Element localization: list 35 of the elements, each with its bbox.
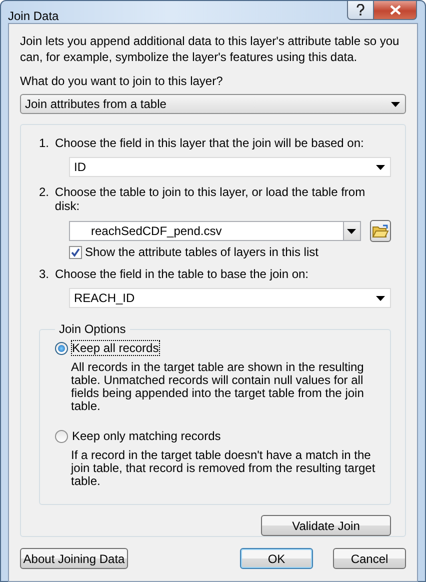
step-number: 3. xyxy=(39,267,50,281)
dialog-button[interactable]: About Joining Data xyxy=(20,548,128,569)
step-label: Choose the field in the table to base the join on: xyxy=(55,267,309,281)
group-title: Join Options xyxy=(58,322,127,336)
checkbox-label: Show the attribute tables of layers in this list xyxy=(85,245,318,259)
dropdown[interactable]: REACH_ID xyxy=(69,288,391,308)
step-number: 1. xyxy=(39,136,50,150)
radio-button[interactable] xyxy=(55,430,68,442)
folder-icon xyxy=(372,224,389,238)
option-description: All records in the target table are shown in the resulting table. Unmatched records will contain null values for all fields being appended into the target table from the join table. xyxy=(71,361,365,413)
radio-button[interactable] xyxy=(55,342,68,354)
checkbox[interactable] xyxy=(69,246,82,258)
step-label: Choose the table to join to this layer, or load the table from disk: xyxy=(54,185,366,213)
dialog-button[interactable]: OK xyxy=(240,548,313,569)
dialog-button[interactable]: Cancel xyxy=(333,548,406,569)
close-button[interactable] xyxy=(374,1,417,20)
dropdown-arrow-icon[interactable] xyxy=(391,102,400,106)
step-number: 2. xyxy=(39,185,50,201)
help-button[interactable] xyxy=(347,1,374,20)
validate-join-button[interactable]: Validate Join xyxy=(261,515,391,536)
intro-text: Join lets you append additional data to this layer's attribute table so you can, for example, symbolize the layer's features using this data. xyxy=(20,33,400,65)
question-label: What do you want to join to this layer? xyxy=(20,74,224,88)
dropdown-arrow-icon[interactable] xyxy=(376,296,385,300)
help-icon[interactable] xyxy=(356,4,365,16)
close-icon[interactable] xyxy=(390,5,400,15)
step-label: Choose the field in this layer that the join will be based on: xyxy=(55,136,364,150)
radio-label: Keep only matching records xyxy=(72,429,221,443)
dropdown[interactable]: reachSedCDF_pend.csv xyxy=(69,221,361,241)
dropdown-arrow-icon[interactable] xyxy=(376,164,385,170)
dropdown[interactable]: Join attributes from a table xyxy=(20,94,406,114)
window-title: Join Data xyxy=(8,9,59,23)
radio-label: Keep all records xyxy=(72,341,159,355)
option-description: If a record in the target table doesn't have a match in the join table, that record is removed from the resulting target table. xyxy=(71,449,376,488)
dropdown[interactable]: ID xyxy=(69,157,391,177)
browse-button[interactable] xyxy=(370,220,391,242)
